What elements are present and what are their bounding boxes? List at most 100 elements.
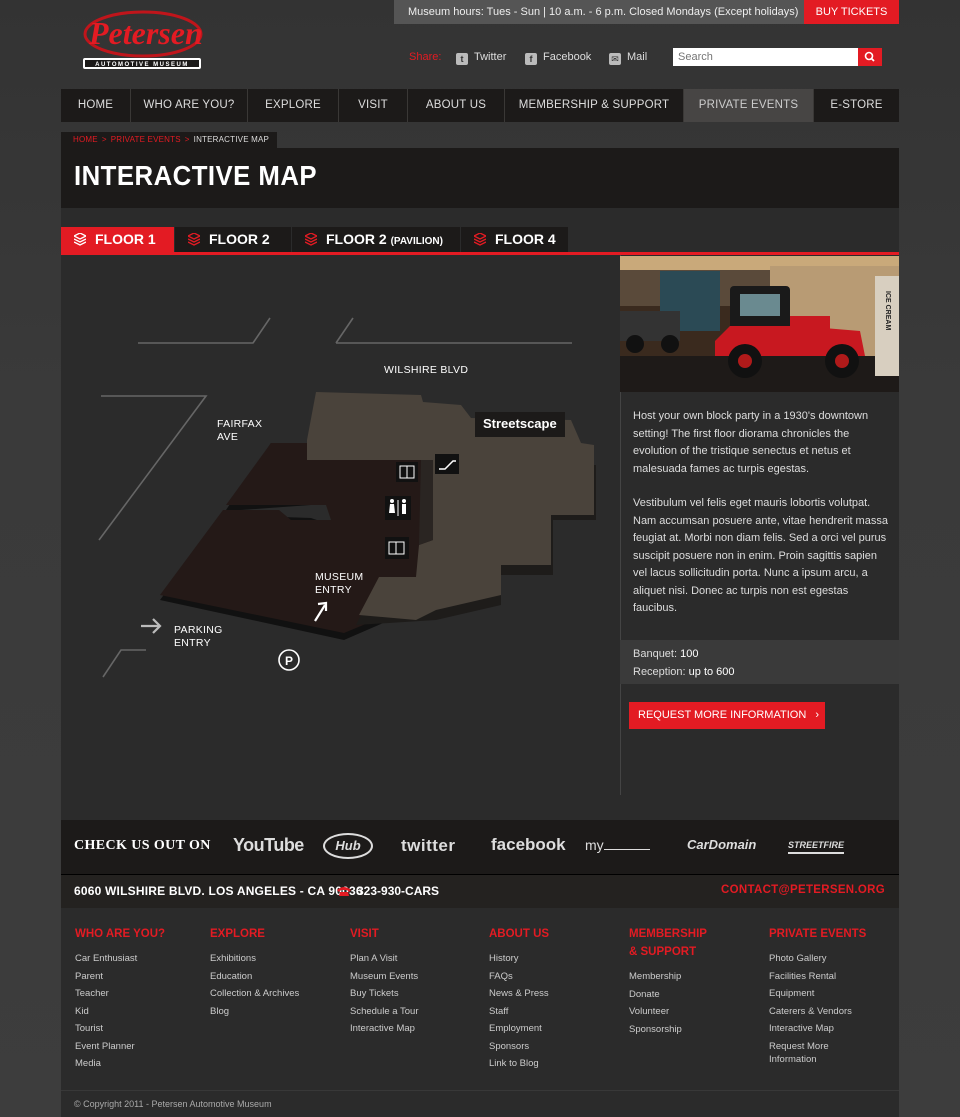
layers-icon	[74, 233, 86, 246]
footer-link[interactable]: News & Press	[489, 985, 619, 1003]
tab-floor-1[interactable]: FLOOR 1	[61, 227, 175, 252]
footer-link[interactable]: Employment	[489, 1020, 619, 1038]
museum-hours: Museum hours: Tues - Sun | 10 a.m. - 6 p…	[394, 0, 804, 24]
footer-link[interactable]: Volunteer	[629, 1003, 759, 1021]
footer-col-explore: EXPLORE Exhibitions Education Collection…	[210, 925, 340, 1020]
footer-heading[interactable]: PRIVATE EVENTS	[769, 925, 899, 943]
buy-tickets-button[interactable]: BUY TICKETS	[804, 0, 899, 24]
address: 6060 WILSHIRE BLVD. LOS ANGELES - CA 900…	[74, 884, 363, 898]
phone-number[interactable]: 323-930-CARS	[357, 884, 439, 898]
logo-wordmark: Petersen	[88, 15, 203, 51]
fairfax-label: FAIRFAX AVE	[217, 418, 263, 443]
museum-entry-label: MUSEUM ENTRY	[315, 571, 364, 596]
wilshire-label: WILSHIRE BLVD	[384, 364, 469, 376]
streetscape-callout[interactable]: Streetscape	[475, 412, 565, 437]
footer-col-membership: MEMBERSHIP & SUPPORT Membership Donate Vo…	[629, 925, 759, 1038]
nav-item-who-are-you[interactable]: WHO ARE YOU?	[131, 89, 248, 122]
nav-item-visit[interactable]: VISIT	[339, 89, 408, 122]
youtube-link[interactable]: YouTube	[233, 835, 304, 856]
footer-link[interactable]: Membership	[629, 968, 759, 986]
footer-link[interactable]: Equipment	[769, 985, 899, 1003]
share-mail-link[interactable]: ✉ Mail	[609, 50, 647, 65]
streetscape-photo: ICE CREAM	[620, 256, 899, 392]
footer-link[interactable]: Interactive Map	[769, 1020, 899, 1038]
footer-heading[interactable]: MEMBERSHIP & SUPPORT	[629, 925, 759, 961]
footer-link[interactable]: Interactive Map	[350, 1020, 480, 1038]
footer-heading[interactable]: VISIT	[350, 925, 480, 943]
social-label: CHECK US OUT ON	[74, 838, 211, 853]
tab-floor-2[interactable]: FLOOR 2	[175, 227, 292, 252]
footer-link[interactable]: Event Planner	[75, 1038, 205, 1056]
nav-item-membership-support[interactable]: MEMBERSHIP & SUPPORT	[505, 89, 684, 122]
footer-link[interactable]: FAQs	[489, 968, 619, 986]
twitter-icon: t	[456, 53, 468, 65]
footer-link[interactable]: Museum Events	[350, 968, 480, 986]
tab-floor-4[interactable]: FLOOR 4	[461, 227, 569, 252]
footer-link[interactable]: Buy Tickets	[350, 985, 480, 1003]
logo-subtext: AUTOMOTIVE MUSEUM	[95, 62, 189, 68]
search-input[interactable]	[673, 48, 858, 66]
description-paragraph-1: Host your own block party in a 1930's do…	[633, 410, 869, 475]
contact-email-link[interactable]: CONTACT@PETERSEN.ORG	[721, 884, 885, 896]
breadcrumb: HOME > PRIVATE EVENTS > INTERACTIVE MAP	[61, 132, 278, 148]
footer-link[interactable]: Schedule a Tour	[350, 1003, 480, 1021]
elevator-icon	[385, 537, 409, 559]
layers-icon	[305, 233, 317, 246]
nav-item-explore[interactable]: EXPLORE	[248, 89, 339, 122]
footer-link[interactable]: Caterers & Vendors	[769, 1003, 899, 1021]
search-button[interactable]	[858, 48, 882, 66]
request-info-button[interactable]: REQUEST MORE INFORMATION ›	[629, 702, 825, 729]
footer-link[interactable]: Photo Gallery	[769, 950, 899, 968]
footer-link[interactable]: Exhibitions	[210, 950, 340, 968]
streetfire-link[interactable]: STREETFIRE	[788, 840, 845, 854]
share-twitter-link[interactable]: t Twitter	[456, 50, 506, 65]
breadcrumb-home[interactable]: HOME	[73, 135, 98, 144]
footer-col-about-us: ABOUT US History FAQs News & Press Staff…	[489, 925, 619, 1073]
breadcrumb-current: INTERACTIVE MAP	[193, 135, 270, 144]
twitter-link[interactable]: twitter	[401, 836, 456, 856]
nav-item-about-us[interactable]: ABOUT US	[408, 89, 505, 122]
cardomain-link[interactable]: CarDomain	[687, 837, 756, 852]
footer-link[interactable]: Link to Blog	[489, 1055, 619, 1073]
footer-link[interactable]: Education	[210, 968, 340, 986]
footer-heading[interactable]: ABOUT US	[489, 925, 619, 943]
phone-icon	[337, 887, 351, 896]
footer-link[interactable]: Sponsorship	[629, 1021, 759, 1039]
footer-link[interactable]: Parent	[75, 968, 205, 986]
parking-entry-label: PARKING ENTRY	[174, 624, 223, 649]
nav-item-home[interactable]: HOME	[61, 89, 131, 122]
hub-link[interactable]: Hub	[323, 833, 373, 859]
floor-map[interactable]: P	[61, 255, 620, 795]
footer-link[interactable]: Tourist	[75, 1020, 205, 1038]
footer-link[interactable]: Collection & Archives	[210, 985, 340, 1003]
share-facebook-link[interactable]: f Facebook	[525, 50, 591, 65]
facebook-icon: f	[525, 53, 537, 65]
restroom-icon	[385, 496, 411, 520]
page-container: Petersen AUTOMOTIVE MUSEUM Museum hours:…	[61, 0, 899, 1117]
footer-link[interactable]: History	[489, 950, 619, 968]
facebook-link[interactable]: facebook	[491, 835, 566, 855]
footer-link[interactable]: Teacher	[75, 985, 205, 1003]
footer-link-request-info[interactable]: Request More Information	[769, 1040, 899, 1066]
footer-link[interactable]: Blog	[210, 1003, 340, 1021]
elevator-icon	[396, 462, 418, 482]
reception-label: Reception:	[633, 665, 686, 678]
footer-link[interactable]: Donate	[629, 986, 759, 1004]
myspace-link[interactable]: my	[585, 837, 650, 853]
parking-entry-arrow	[141, 618, 162, 634]
footer-link[interactable]: Sponsors	[489, 1038, 619, 1056]
nav-item-private-events[interactable]: PRIVATE EVENTS	[684, 89, 814, 122]
footer-heading[interactable]: EXPLORE	[210, 925, 340, 943]
footer-link[interactable]: Car Enthusiast	[75, 950, 205, 968]
nav-item-e-store[interactable]: E-STORE	[814, 89, 899, 122]
footer-heading[interactable]: WHO ARE YOU?	[75, 925, 205, 943]
petersen-logo[interactable]: Petersen AUTOMOTIVE MUSEUM	[81, 8, 211, 72]
footer-link[interactable]: Kid	[75, 1003, 205, 1021]
footer-link[interactable]: Plan A Visit	[350, 950, 480, 968]
breadcrumb-private-events[interactable]: PRIVATE EVENTS	[111, 135, 181, 144]
footer-link[interactable]: Facilities Rental	[769, 968, 899, 986]
main-nav: HOME WHO ARE YOU? EXPLORE VISIT ABOUT US…	[61, 89, 899, 122]
footer-link[interactable]: Media	[75, 1055, 205, 1073]
tab-floor-2-pavilion[interactable]: FLOOR 2 (PAVILION)	[292, 227, 461, 252]
footer-link[interactable]: Staff	[489, 1003, 619, 1021]
